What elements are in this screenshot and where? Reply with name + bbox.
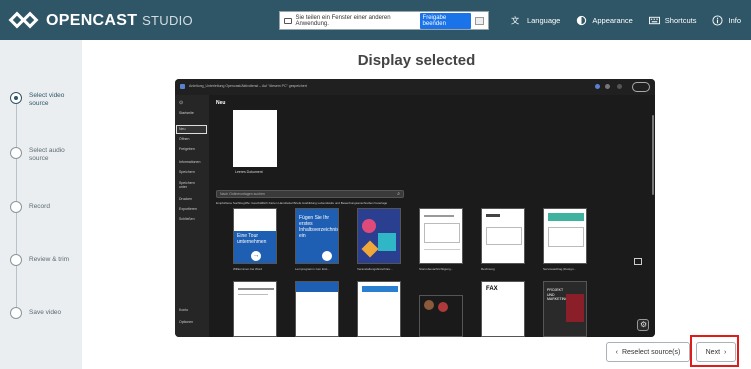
blank-document-thumbnail bbox=[233, 110, 277, 167]
appearance-icon bbox=[577, 15, 587, 25]
language-icon: 文 bbox=[511, 15, 519, 25]
step-review-trim[interactable]: Review & trim bbox=[10, 254, 69, 266]
step-record[interactable]: Record bbox=[10, 201, 50, 213]
opencast-logo-icon bbox=[8, 11, 40, 29]
share-notice-text: Sie teilen ein Fenster einer anderen Anw… bbox=[295, 14, 391, 27]
step-select-audio-source[interactable]: Select audio source bbox=[10, 147, 82, 163]
step-indicator-icon bbox=[10, 201, 22, 213]
template-thumbnail bbox=[357, 208, 401, 264]
step-save-video[interactable]: Save video bbox=[10, 307, 61, 319]
video-preview: Anleitung_Unterleitung Opencast/Aktivdie… bbox=[175, 79, 655, 337]
hide-notice-button[interactable] bbox=[474, 16, 484, 25]
settings-gear-icon: ⚙ bbox=[637, 319, 649, 331]
keyboard-icon bbox=[648, 16, 660, 24]
nav-info[interactable]: Info bbox=[712, 14, 741, 26]
info-icon bbox=[712, 14, 724, 26]
stop-sharing-button[interactable]: Freigabe beenden bbox=[419, 12, 471, 29]
preview-scrollbar bbox=[652, 115, 654, 195]
template-thumbnail bbox=[543, 208, 587, 264]
preview-panel-icon bbox=[634, 258, 642, 265]
step-indicator-icon bbox=[10, 147, 22, 159]
app-header: OPENCAST STUDIO Sie teilen ein Fenster e… bbox=[0, 0, 751, 40]
preview-window-titlebar: Anleitung_Unterleitung Opencast/Aktivdie… bbox=[175, 79, 655, 95]
profile-icon bbox=[595, 84, 600, 89]
template-thumbnail bbox=[357, 281, 401, 337]
help-icon bbox=[605, 84, 610, 89]
minimize-icon bbox=[617, 84, 622, 89]
nav-shortcuts[interactable]: Shortcuts bbox=[648, 15, 696, 26]
step-indicator-icon bbox=[10, 254, 22, 266]
preview-main-area: Neu Leeres Dokument Nach Onlinevorlagen … bbox=[209, 95, 655, 337]
template-thumbnail bbox=[419, 208, 463, 264]
step-indicator-icon bbox=[10, 307, 22, 319]
template-thumbnail bbox=[295, 281, 339, 337]
template-thumbnail: Eine Tour unternehmen → bbox=[233, 208, 277, 264]
screen-share-notice: Sie teilen ein Fenster einer anderen Anw… bbox=[279, 11, 489, 30]
template-thumbnail bbox=[481, 208, 525, 264]
reselect-sources-button[interactable]: ‹ Reselect source(s) bbox=[606, 342, 690, 362]
share-window-icon bbox=[284, 17, 292, 24]
chevron-left-icon: ‹ bbox=[615, 348, 618, 356]
template-thumbnail bbox=[419, 295, 463, 337]
word-app-icon bbox=[180, 84, 185, 89]
svg-text:文: 文 bbox=[511, 15, 519, 25]
step-indicator-icon bbox=[10, 92, 22, 104]
nav-appearance[interactable]: Appearance bbox=[576, 15, 633, 26]
next-button-highlight bbox=[690, 335, 739, 367]
template-thumbnail: FAX bbox=[481, 281, 525, 337]
page-title: Display selected bbox=[357, 52, 476, 69]
step-select-video-source[interactable]: Select video source bbox=[10, 92, 82, 108]
header-nav: 文 Language Appearance Shortcuts Info bbox=[511, 0, 741, 40]
opencast-logo[interactable]: OPENCAST STUDIO bbox=[8, 11, 193, 30]
template-thumbnail: Fügen Sie Ihr erstes Inhaltsverzeichnis … bbox=[295, 208, 339, 264]
arrow-right-icon: → bbox=[251, 251, 261, 261]
preview-backstage-sidebar: ⊙ Startseite Neu Öffnen Freigeben Inform… bbox=[175, 95, 209, 337]
preview-controls-icon bbox=[632, 82, 650, 92]
preview-template-search: Nach Onlinevorlagen suchen ⌕ bbox=[216, 190, 404, 198]
steps-sidebar: Select video source Select audio source … bbox=[0, 40, 82, 369]
back-arrow-icon: ⊙ bbox=[179, 100, 184, 106]
template-thumbnail: PROJEKT UND MARKETINGPLAN bbox=[543, 281, 587, 337]
template-thumbnail bbox=[233, 281, 277, 337]
logo-text: OPENCAST STUDIO bbox=[46, 12, 193, 29]
search-icon: ⌕ bbox=[397, 191, 400, 197]
nav-language[interactable]: 文 Language bbox=[511, 15, 560, 26]
